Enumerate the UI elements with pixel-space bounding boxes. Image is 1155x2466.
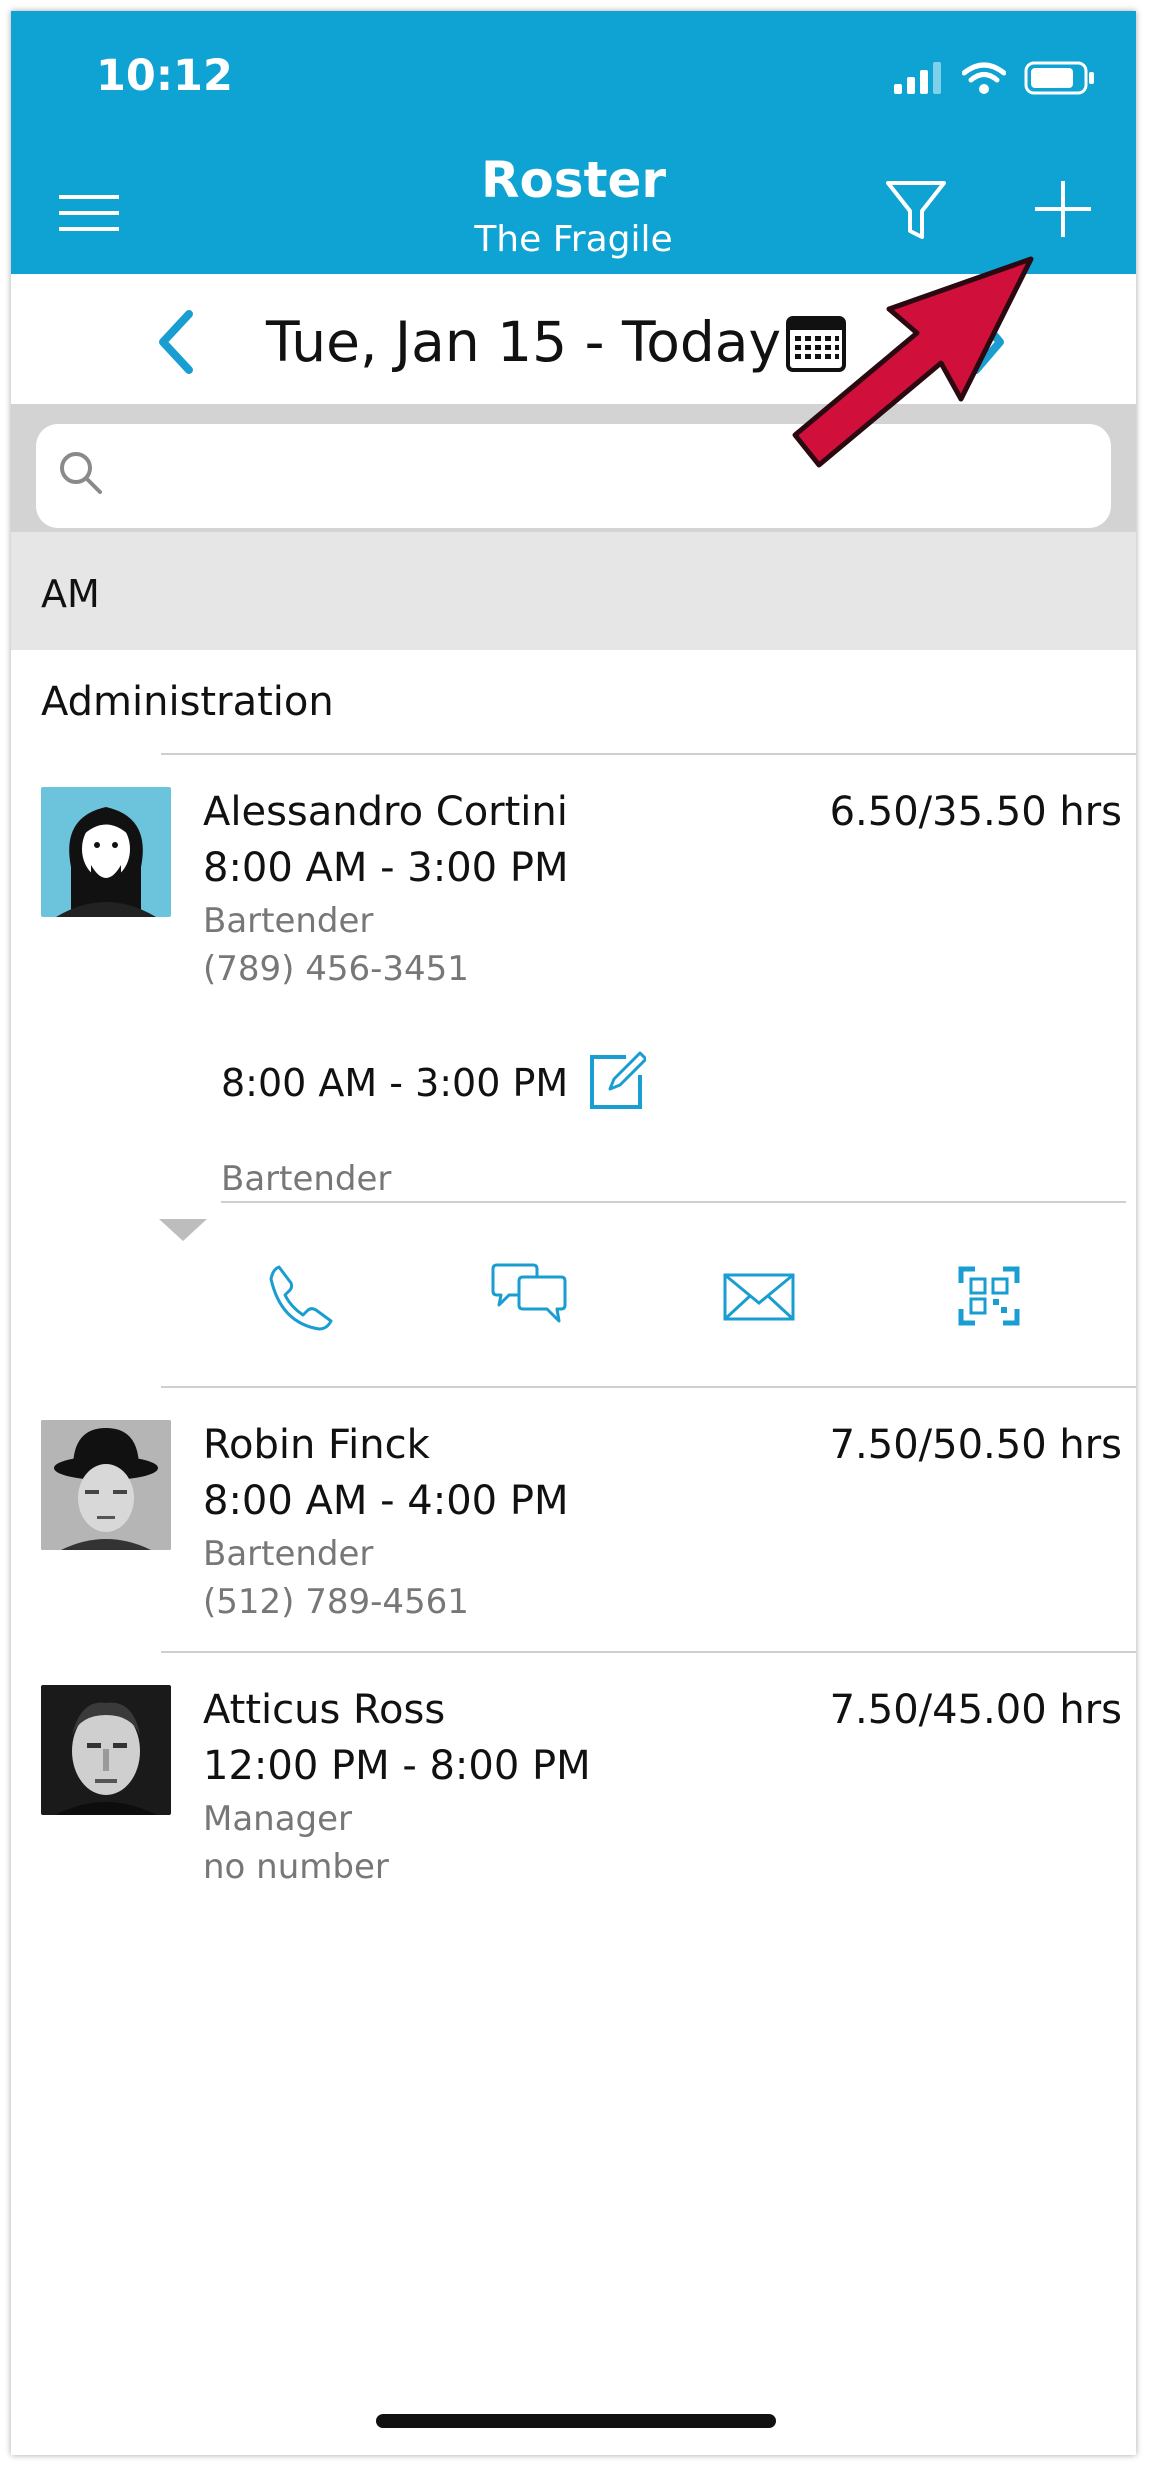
shift-divider	[221, 1201, 1126, 1203]
chevron-left-icon	[159, 310, 193, 374]
filter-icon	[886, 181, 946, 239]
group-label: Administration	[41, 679, 334, 725]
qr-icon	[958, 1266, 1020, 1326]
employee-role: Manager	[203, 1799, 353, 1839]
nav-header: 10:12 Roster The Fragile	[11, 11, 1136, 274]
employee-phone: (512) 789-4561	[203, 1582, 469, 1622]
call-button[interactable]	[261, 1261, 341, 1331]
annotation-arrow	[792, 256, 1034, 468]
row-divider	[161, 1386, 1136, 1388]
employee-row[interactable]: Robin Finck 7.50/50.50 hrs 8:00 AM - 4:0…	[11, 1416, 1136, 1636]
employee-row[interactable]: Atticus Ross 7.50/45.00 hrs 12:00 PM - 8…	[11, 1681, 1136, 1901]
status-time: 10:12	[96, 51, 233, 101]
employee-phone: no number	[203, 1847, 389, 1887]
employee-hours: 7.50/50.50 hrs	[829, 1422, 1122, 1468]
employee-name: Alessandro Cortini	[203, 789, 568, 835]
status-icons	[894, 61, 1096, 95]
mail-icon	[723, 1273, 795, 1321]
employee-row[interactable]: Alessandro Cortini 6.50/35.50 hrs 8:00 A…	[11, 783, 1136, 1003]
employee-hours: 7.50/45.00 hrs	[829, 1687, 1122, 1733]
expanded-shift-time: 8:00 AM - 3:00 PM	[221, 1061, 569, 1105]
avatar	[41, 787, 171, 917]
employee-shift-time: 12:00 PM - 8:00 PM	[203, 1743, 591, 1789]
employee-name: Atticus Ross	[203, 1687, 446, 1733]
employee-hours: 6.50/35.50 hrs	[829, 789, 1122, 835]
edit-shift-button[interactable]	[586, 1051, 648, 1111]
menu-icon	[59, 195, 119, 231]
filter-button[interactable]	[885, 179, 947, 243]
employee-name: Robin Finck	[203, 1422, 430, 1468]
previous-day-button[interactable]	[149, 310, 205, 374]
avatar	[41, 1420, 171, 1550]
edit-icon	[590, 1051, 648, 1109]
employee-phone: (789) 456-3451	[203, 949, 469, 989]
signal-icon	[894, 62, 941, 94]
employee-shift-time: 8:00 AM - 3:00 PM	[203, 845, 569, 891]
battery-icon	[1024, 61, 1094, 95]
page-title: Roster	[480, 151, 667, 209]
qr-code-button[interactable]	[949, 1261, 1029, 1331]
section-label: AM	[41, 572, 100, 616]
row-divider	[161, 1651, 1136, 1653]
app-screen: 10:12 Roster The Fragile Tue, Jan 15 - T…	[11, 11, 1136, 2455]
email-button[interactable]	[719, 1261, 799, 1331]
wifi-icon	[962, 62, 1006, 94]
expand-caret-icon[interactable]	[159, 1219, 207, 1241]
plus-icon	[1035, 181, 1091, 237]
date-label[interactable]: Tue, Jan 15 - Today	[266, 310, 781, 374]
section-header: AM	[11, 532, 1136, 650]
employee-role: Bartender	[203, 1534, 374, 1574]
home-indicator[interactable]	[376, 2414, 776, 2428]
expanded-shift-role: Bartender	[221, 1159, 392, 1199]
avatar	[41, 1685, 171, 1815]
phone-icon	[269, 1265, 333, 1331]
chat-icon	[491, 1263, 567, 1323]
employee-shift-time: 8:00 AM - 4:00 PM	[203, 1478, 569, 1524]
group-divider	[161, 753, 1136, 755]
message-button[interactable]	[489, 1261, 569, 1331]
employee-role: Bartender	[203, 901, 374, 941]
add-shift-button[interactable]	[1033, 179, 1093, 239]
search-icon	[60, 452, 102, 494]
menu-button[interactable]	[59, 191, 119, 235]
